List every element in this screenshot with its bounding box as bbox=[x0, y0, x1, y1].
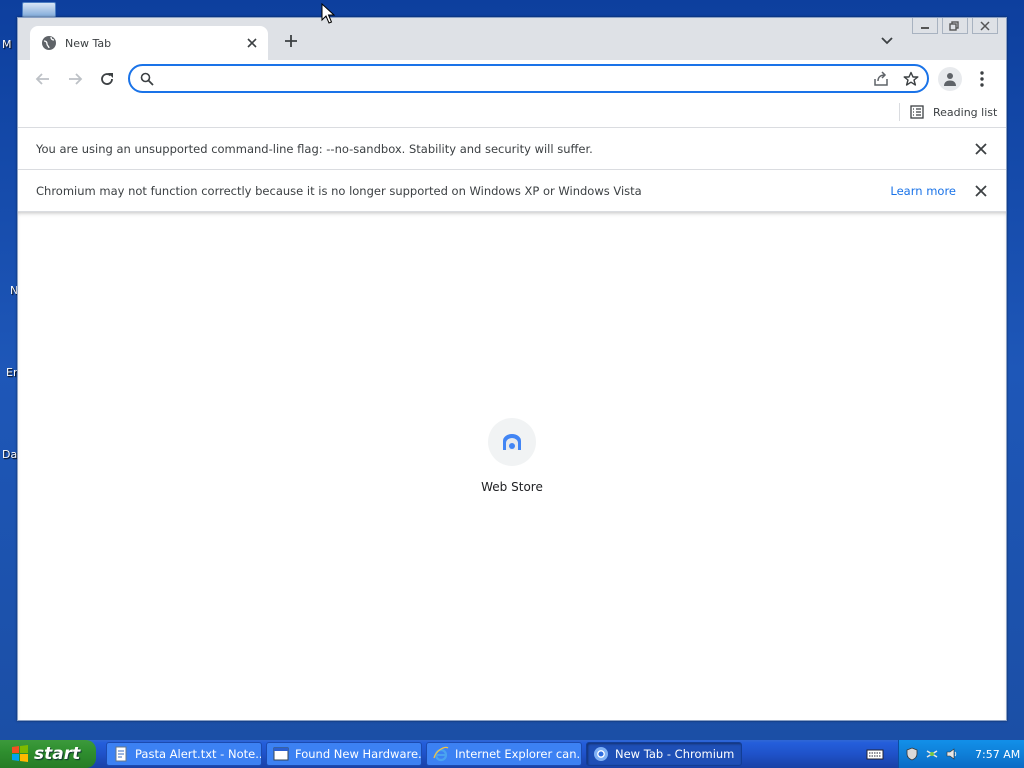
volume-icon[interactable] bbox=[945, 747, 959, 761]
close-window-button[interactable] bbox=[972, 18, 998, 34]
reading-list-label: Reading list bbox=[933, 105, 998, 119]
taskbar: start Pasta Alert.txt - Note... Found Ne… bbox=[0, 740, 1024, 768]
chevron-down-icon[interactable] bbox=[880, 35, 894, 47]
close-icon[interactable] bbox=[974, 142, 988, 156]
forward-icon[interactable] bbox=[66, 70, 84, 88]
sandbox-warning-infobar: You are using an unsupported command-lin… bbox=[18, 128, 1006, 170]
browser-window: New Tab Reading list You are using an un… bbox=[17, 17, 1007, 721]
desktop-icon-label[interactable]: Da bbox=[2, 448, 17, 461]
address-bar[interactable] bbox=[128, 64, 929, 93]
taskbar-item-label: Found New Hardware... bbox=[295, 747, 422, 761]
network-icon[interactable] bbox=[925, 747, 939, 761]
address-input[interactable] bbox=[164, 68, 854, 90]
restore-button[interactable] bbox=[942, 18, 968, 34]
windows-logo-icon bbox=[12, 745, 28, 762]
taskbar-item-notepad[interactable]: Pasta Alert.txt - Note... bbox=[106, 742, 262, 766]
taskbar-item-label: New Tab - Chromium bbox=[615, 747, 735, 761]
close-icon[interactable] bbox=[974, 184, 988, 198]
toolbar bbox=[18, 60, 1006, 100]
start-button[interactable]: start bbox=[0, 740, 96, 768]
keyboard-icon[interactable] bbox=[866, 746, 884, 762]
system-tray: 7:57 AM bbox=[898, 740, 1024, 768]
search-icon bbox=[140, 72, 154, 86]
desktop-icon-label[interactable]: Er bbox=[6, 366, 17, 379]
reading-list-button[interactable]: Reading list bbox=[910, 101, 997, 123]
reading-list-icon bbox=[910, 105, 924, 119]
close-icon[interactable] bbox=[244, 35, 260, 51]
globe-icon bbox=[42, 36, 56, 50]
learn-more-link[interactable]: Learn more bbox=[890, 184, 956, 198]
clock[interactable]: 7:57 AM bbox=[975, 748, 1020, 761]
taskbar-item-found-new-hardware[interactable]: Found New Hardware... bbox=[266, 742, 422, 766]
reload-icon[interactable] bbox=[98, 70, 116, 88]
shortcut-label: Web Store bbox=[481, 480, 543, 494]
shortcut-web-store[interactable]: Web Store bbox=[470, 418, 554, 494]
chromium-icon bbox=[594, 747, 608, 761]
tab-title: New Tab bbox=[65, 36, 112, 50]
bookmark-star-icon[interactable] bbox=[903, 71, 919, 87]
bookmarks-separator bbox=[899, 103, 900, 121]
back-icon[interactable] bbox=[34, 70, 52, 88]
profile-button[interactable] bbox=[938, 67, 962, 91]
unsupported-os-infobar: Chromium may not function correctly beca… bbox=[18, 170, 1006, 212]
new-tab-page: Web Store bbox=[18, 212, 1006, 720]
window-icon bbox=[273, 747, 289, 761]
new-tab-button[interactable] bbox=[282, 32, 300, 50]
window-controls bbox=[912, 18, 998, 34]
security-shield-icon[interactable] bbox=[905, 747, 919, 761]
desktop-icon-label[interactable]: M bbox=[2, 38, 12, 51]
start-label: start bbox=[34, 744, 81, 764]
mouse-cursor-icon bbox=[321, 3, 335, 24]
notepad-icon bbox=[115, 746, 127, 762]
more-vert-icon[interactable] bbox=[976, 70, 988, 88]
tab-new-tab[interactable]: New Tab bbox=[30, 26, 268, 60]
my-computer-icon[interactable] bbox=[22, 2, 56, 18]
taskbar-item-internet-explorer[interactable]: Internet Explorer can... bbox=[426, 742, 582, 766]
minimize-button[interactable] bbox=[912, 18, 938, 34]
share-icon[interactable] bbox=[873, 71, 889, 87]
taskbar-item-label: Pasta Alert.txt - Note... bbox=[135, 747, 262, 761]
infobar-message: Chromium may not function correctly beca… bbox=[36, 184, 642, 198]
taskbar-item-label: Internet Explorer can... bbox=[455, 747, 582, 761]
infobar-message: You are using an unsupported command-lin… bbox=[36, 142, 593, 156]
bookmarks-bar: Reading list bbox=[18, 100, 1006, 128]
person-icon bbox=[944, 73, 956, 86]
internet-explorer-icon bbox=[433, 746, 449, 762]
taskbar-item-chromium[interactable]: New Tab - Chromium bbox=[586, 742, 742, 766]
web-store-icon bbox=[488, 418, 536, 466]
tab-strip: New Tab bbox=[18, 18, 1006, 60]
